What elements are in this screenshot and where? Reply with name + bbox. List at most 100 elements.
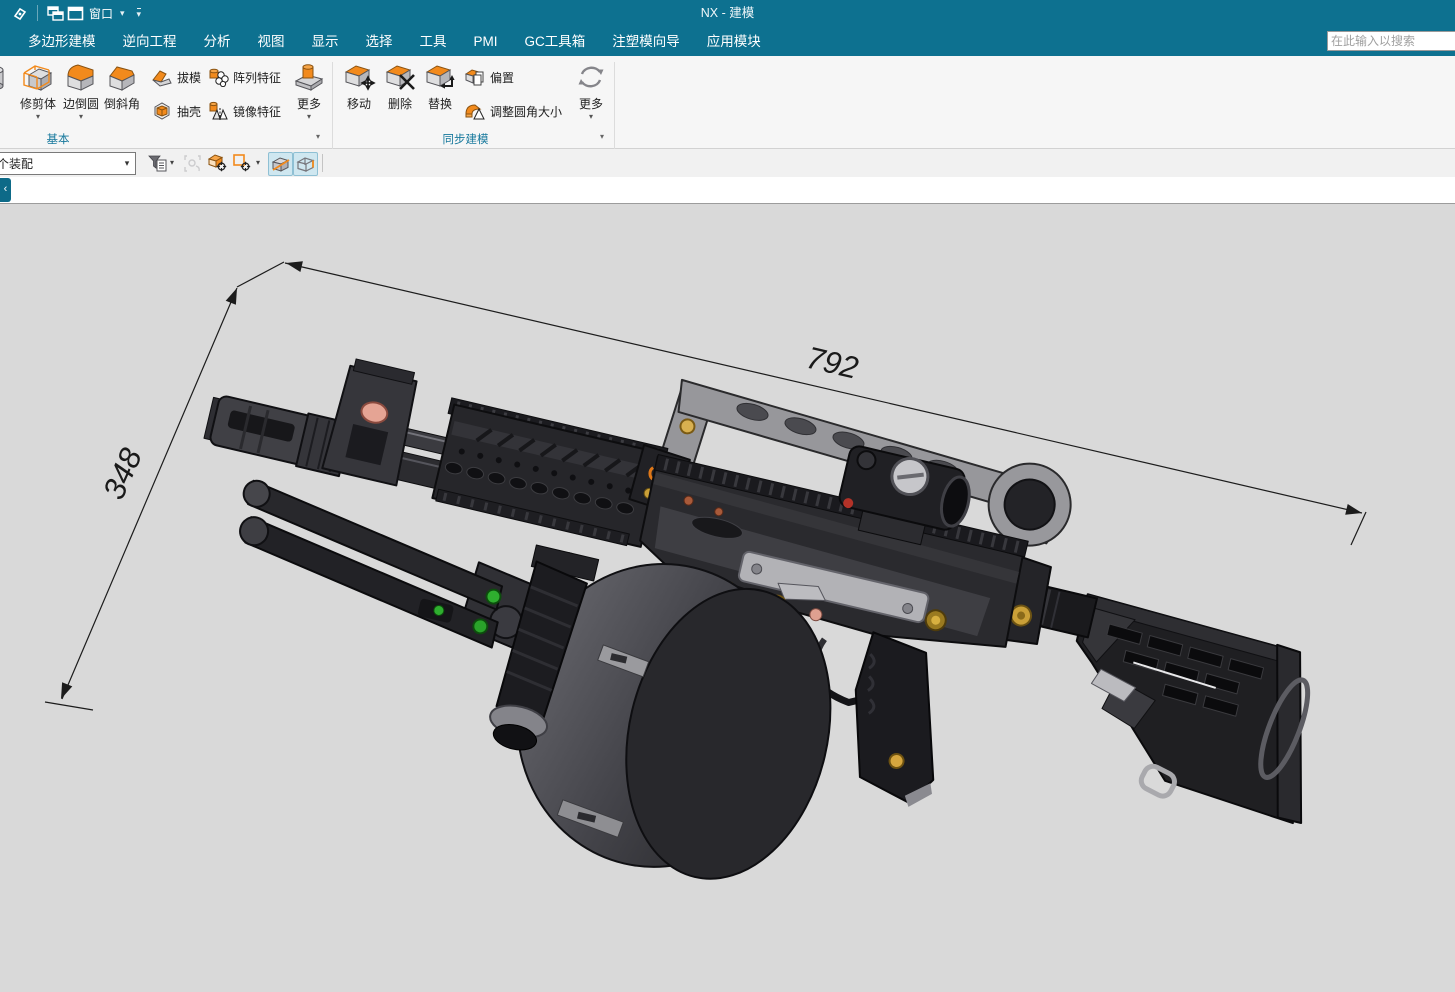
- ribbon-button-shell[interactable]: 抽壳: [150, 96, 210, 126]
- ribbon-button-more-sync[interactable]: 更多: [572, 58, 610, 132]
- ribbon-button-label: 镜像特征: [233, 103, 281, 120]
- 3d-scene[interactable]: 792 348: [0, 204, 1455, 987]
- draft-icon: [150, 67, 174, 87]
- selection-scope-combo[interactable]: 个装配 ▾: [0, 152, 136, 175]
- more-icon: [292, 58, 326, 92]
- ribbon-button-clipped[interactable]: 去: [0, 58, 13, 132]
- ribbon-button-label: 更多: [579, 95, 603, 112]
- ribbon-button-offset-region[interactable]: 偏置: [463, 62, 573, 92]
- window-icon[interactable]: [65, 4, 85, 22]
- ribbon-button-label: 替换: [428, 95, 452, 112]
- ribbon-button-delete-face[interactable]: 删除: [381, 58, 419, 132]
- ribbon-button-label: 移动: [347, 95, 371, 112]
- ribbon-button-label: 偏置: [490, 69, 514, 86]
- group-overflow-arrow[interactable]: [316, 132, 320, 141]
- ribbon-button-label: 阵列特征: [233, 69, 281, 86]
- chevron-down-icon[interactable]: ▾: [170, 158, 174, 167]
- shaded-toggle-icon[interactable]: [268, 152, 293, 176]
- dimension-label-348[interactable]: 348: [96, 442, 149, 504]
- ribbon-button-more-basic[interactable]: 更多: [290, 58, 328, 132]
- chevron-down-icon: [36, 112, 40, 121]
- chevron-down-icon[interactable]: ▾: [120, 8, 125, 19]
- ribbon-tab-row: 多边形建模 逆向工程 分析 视图 显示 选择 工具 PMI GC工具箱 注塑模向…: [0, 27, 1455, 56]
- ribbon-tabs: 多边形建模 逆向工程 分析 视图 显示 选择 工具 PMI GC工具箱 注塑模向…: [0, 27, 761, 56]
- move-face-icon: [342, 58, 376, 92]
- selection-toolbar: 个装配 ▾ ▾ ▾: [0, 149, 1455, 178]
- group-overflow-arrow[interactable]: [600, 132, 604, 141]
- ribbon-button-move-face[interactable]: 移动: [340, 58, 378, 132]
- chevron-down-icon: [589, 112, 593, 121]
- chevron-down-icon: ▾: [119, 158, 135, 169]
- tab-polygon-modeling[interactable]: 多边形建模: [28, 27, 96, 56]
- chevron-down-icon[interactable]: ▾: [256, 158, 260, 167]
- type-filter-icon[interactable]: [146, 152, 169, 174]
- titlebar: NX - 建模 窗口 ▾ ▾: [0, 0, 1455, 27]
- delete-face-icon: [383, 58, 417, 92]
- command-search: [1327, 31, 1455, 51]
- ribbon-button-label: 去: [0, 95, 1, 112]
- rectangle-select-icon[interactable]: [231, 152, 254, 174]
- window-title: NX - 建模: [0, 0, 1455, 27]
- shell-icon: [150, 101, 174, 121]
- panel-collapse-tab[interactable]: [0, 178, 11, 202]
- wireframe-toggle-icon[interactable]: [293, 152, 318, 176]
- ribbon-button-label: 调整圆角大小: [490, 103, 562, 120]
- mirror-feature-icon: [206, 101, 230, 121]
- ribbon-button-mirror-feature[interactable]: 镜像特征: [206, 96, 284, 126]
- tab-display[interactable]: 显示: [312, 27, 339, 56]
- cylinder-icon: [0, 58, 11, 92]
- tab-application[interactable]: 应用模块: [707, 27, 761, 56]
- refresh-more-icon: [574, 58, 608, 92]
- tab-analysis[interactable]: 分析: [204, 27, 231, 56]
- ribbon-button-label: 更多: [297, 95, 321, 112]
- select-solid-icon[interactable]: [206, 152, 229, 174]
- ribbon-button-pattern-feature[interactable]: 阵列特征: [206, 62, 284, 92]
- pistol-grip: [833, 631, 963, 807]
- ribbon-button-chamfer[interactable]: 倒斜角: [100, 58, 144, 132]
- snap-point-icon: [182, 152, 205, 174]
- edge-blend-icon: [64, 58, 98, 92]
- ribbon-group-label-sync: 同步建模: [418, 131, 513, 147]
- tab-view[interactable]: 视图: [258, 27, 285, 56]
- cascade-windows-icon[interactable]: [45, 4, 65, 22]
- tab-reverse-engineering[interactable]: 逆向工程: [123, 27, 177, 56]
- ribbon-button-label: 修剪体: [20, 95, 56, 112]
- handguard-rail: [428, 398, 668, 550]
- tab-gc-toolbox[interactable]: GC工具箱: [525, 27, 586, 56]
- window-menu-label[interactable]: 窗口: [89, 5, 113, 22]
- ribbon-button-edge-blend[interactable]: 边倒圆: [60, 58, 102, 132]
- offset-region-icon: [463, 67, 487, 87]
- quick-access-toolbar: 窗口 ▾ ▾: [10, 2, 141, 24]
- chevron-down-icon: [79, 112, 83, 121]
- customize-icon[interactable]: [10, 4, 30, 22]
- tab-mold-wizard[interactable]: 注塑模向导: [612, 27, 680, 56]
- ribbon: 去 修剪体 边倒圆: [0, 56, 1455, 149]
- ribbon-button-label: 拔模: [177, 69, 201, 86]
- pattern-feature-icon: [206, 67, 230, 87]
- ribbon-group-label-basic: 基本: [26, 131, 90, 147]
- tab-select[interactable]: 选择: [366, 27, 393, 56]
- ribbon-button-label: 边倒圆: [63, 95, 99, 112]
- resize-blend-icon: [463, 101, 487, 121]
- ribbon-button-label: 抽壳: [177, 103, 201, 120]
- ribbon-button-replace-face[interactable]: 替换: [421, 58, 459, 132]
- dimension-label-792[interactable]: 792: [803, 340, 861, 386]
- divider: [37, 5, 38, 21]
- ribbon-button-trim-body[interactable]: 修剪体: [16, 58, 60, 132]
- tab-tools[interactable]: 工具: [420, 27, 447, 56]
- ribbon-button-resize-blend[interactable]: 调整圆角大小: [463, 96, 573, 126]
- selection-scope-value: 个装配: [0, 155, 119, 172]
- tab-pmi[interactable]: PMI: [474, 27, 498, 56]
- chamfer-icon: [105, 58, 139, 92]
- gun-model-3d[interactable]: [131, 277, 1367, 987]
- divider: [322, 154, 323, 172]
- search-input[interactable]: [1327, 31, 1455, 51]
- chevron-down-icon: [307, 112, 311, 121]
- ribbon-button-draft[interactable]: 拔模: [150, 62, 210, 92]
- ribbon-collapse-icon[interactable]: ▾: [137, 8, 142, 18]
- ribbon-button-label: 删除: [388, 95, 412, 112]
- replace-face-icon: [423, 58, 457, 92]
- ribbon-button-label: 倒斜角: [104, 95, 140, 112]
- graphics-viewport[interactable]: 792 348: [0, 204, 1455, 987]
- trim-body-icon: [21, 58, 55, 92]
